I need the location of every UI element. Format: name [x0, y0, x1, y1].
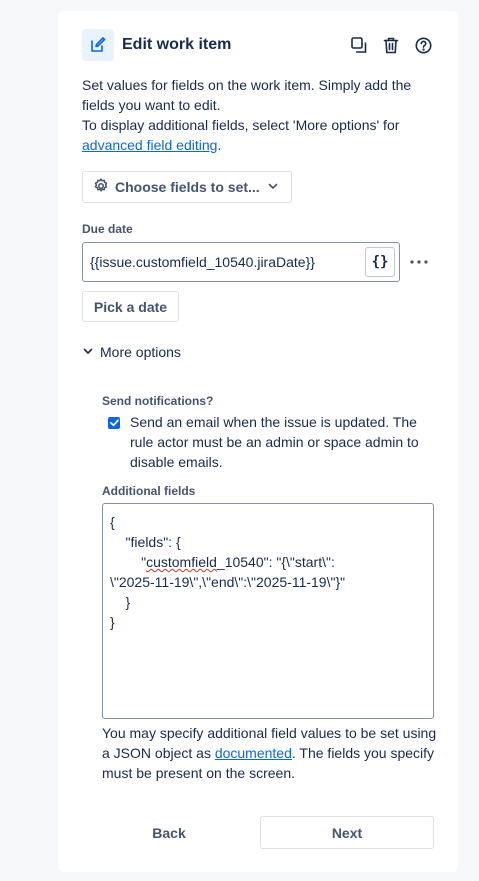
- advanced-field-editing-link[interactable]: advanced field editing: [82, 137, 217, 153]
- duplicate-icon[interactable]: [348, 34, 370, 56]
- json-line: "fields": {: [110, 534, 181, 550]
- pick-a-date-button[interactable]: Pick a date: [82, 291, 179, 322]
- spellcheck-word: customfield: [146, 554, 217, 570]
- edit-work-item-panel: Edit work item Set values for fields on …: [58, 11, 458, 872]
- next-button[interactable]: Next: [260, 816, 434, 849]
- description: Set values for fields on the work item. …: [82, 75, 442, 155]
- documented-link[interactable]: documented: [215, 745, 292, 761]
- json-line: {: [110, 514, 115, 530]
- more-actions-icon[interactable]: [408, 252, 430, 272]
- description-line-1: Set values for fields on the work item. …: [82, 77, 412, 113]
- json-line: \"2025-11-19\",\"end\":\"2025-11-19\"}": [110, 574, 346, 590]
- gear-icon: [93, 177, 109, 197]
- chevron-down-icon: [267, 179, 279, 195]
- due-date-label: Due date: [82, 222, 133, 236]
- panel-header: Edit work item: [82, 29, 434, 61]
- send-notifications-checkbox[interactable]: [108, 417, 120, 429]
- chevron-down-icon: [82, 344, 94, 360]
- edit-pencil-icon: [82, 29, 114, 61]
- additional-fields-textarea[interactable]: { "fields": { "customfield_10540": "{\"s…: [102, 503, 434, 719]
- page-title: Edit work item: [122, 36, 232, 53]
- json-line: }: [110, 594, 131, 610]
- choose-fields-button[interactable]: Choose fields to set...: [82, 171, 292, 203]
- json-line: }: [110, 614, 115, 630]
- json-line: "customfield_10540": "{\"start\":: [110, 554, 335, 570]
- send-notifications-text: Send an email when the issue is updated.…: [130, 414, 419, 470]
- more-options-toggle[interactable]: More options: [82, 344, 181, 360]
- more-options-label: More options: [100, 344, 181, 360]
- description-line-2: To display additional fields, select 'Mo…: [82, 117, 400, 153]
- due-date-input[interactable]: {{issue.customfield_10540.jiraDate}} {}: [82, 242, 400, 282]
- choose-fields-label: Choose fields to set...: [115, 179, 260, 195]
- additional-fields-label: Additional fields: [102, 484, 196, 498]
- trash-icon[interactable]: [380, 34, 402, 56]
- additional-fields-help: You may specify additional field values …: [102, 725, 437, 781]
- send-notifications-row: Send an email when the issue is updated.…: [108, 412, 438, 472]
- help-icon[interactable]: [412, 34, 434, 56]
- back-button[interactable]: Back: [122, 817, 216, 849]
- smart-value-braces-button[interactable]: {}: [365, 247, 395, 277]
- due-date-value: {{issue.customfield_10540.jiraDate}}: [90, 254, 315, 270]
- send-notifications-label: Send notifications?: [102, 394, 214, 408]
